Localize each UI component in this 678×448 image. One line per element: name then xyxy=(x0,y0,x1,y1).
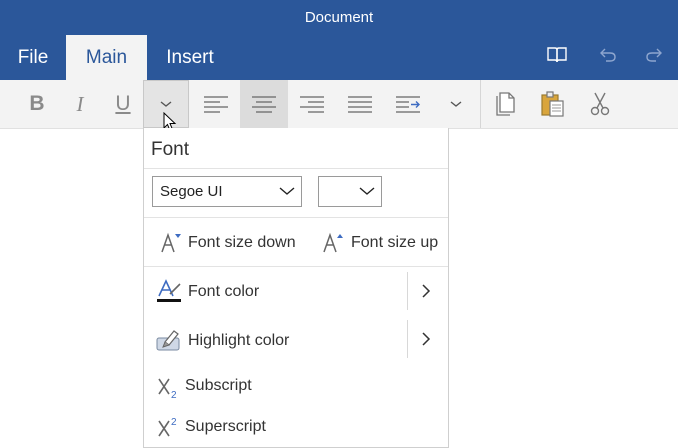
ribbon-toolbar: B I U xyxy=(0,80,678,129)
svg-text:2: 2 xyxy=(171,390,177,400)
align-center-button[interactable] xyxy=(240,80,288,128)
font-size-up-button[interactable]: Font size up xyxy=(314,222,448,264)
align-left-icon xyxy=(204,96,228,113)
font-dropdown-panel: Font Segoe UI Font size down Font size u… xyxy=(143,128,449,448)
cut-icon xyxy=(590,92,610,116)
underline-button[interactable]: U xyxy=(100,80,146,128)
redo-icon[interactable] xyxy=(644,44,666,66)
font-color-icon xyxy=(157,279,181,302)
panel-title: Font xyxy=(151,139,190,160)
align-left-button[interactable] xyxy=(193,80,239,128)
divider xyxy=(144,266,448,267)
highlight-color-expand-icon[interactable] xyxy=(421,331,431,347)
tab-insert[interactable]: Insert xyxy=(147,35,233,80)
font-family-select[interactable]: Segoe UI xyxy=(152,176,302,207)
bold-button[interactable]: B xyxy=(14,80,60,128)
justify-button[interactable] xyxy=(337,80,383,128)
font-size-down-button[interactable]: Font size down xyxy=(152,222,300,264)
font-size-select[interactable] xyxy=(318,176,382,207)
italic-icon: I xyxy=(76,91,84,116)
underline-icon: U xyxy=(115,92,131,115)
superscript-icon: 2 xyxy=(158,417,177,437)
chevron-down-icon xyxy=(279,187,295,195)
chevron-down-icon xyxy=(160,101,172,107)
bold-icon: B xyxy=(29,92,45,115)
divider xyxy=(144,168,448,169)
align-right-button[interactable] xyxy=(289,80,335,128)
superscript-button[interactable]: 2 Superscript xyxy=(144,408,448,446)
copy-button[interactable] xyxy=(482,80,528,128)
font-color-row[interactable]: Font color xyxy=(144,268,448,314)
title-bar: Document File Main Insert xyxy=(0,0,678,80)
highlighter-icon xyxy=(156,330,180,351)
italic-button[interactable]: I xyxy=(57,80,103,128)
undo-icon[interactable] xyxy=(596,44,618,66)
align-center-icon xyxy=(252,96,276,113)
ribbon-divider xyxy=(480,80,481,128)
tab-main[interactable]: Main xyxy=(66,35,147,80)
highlight-color-row[interactable]: Highlight color xyxy=(144,318,448,364)
cut-button[interactable] xyxy=(577,80,623,128)
window-title: Document xyxy=(304,9,374,26)
more-paragraph-button[interactable] xyxy=(433,80,479,128)
subscript-label: Subscript xyxy=(185,377,252,394)
font-color-label: Font color xyxy=(188,283,260,300)
font-size-down-label: Font size down xyxy=(188,234,296,251)
highlight-color-label: Highlight color xyxy=(188,332,290,349)
indent-button[interactable] xyxy=(385,80,431,128)
svg-text:2: 2 xyxy=(171,417,177,428)
font-size-down-icon xyxy=(161,232,181,253)
chevron-down-icon xyxy=(450,101,462,107)
justify-icon xyxy=(348,96,372,113)
superscript-label: Superscript xyxy=(185,418,266,435)
reading-view-icon[interactable] xyxy=(546,44,568,66)
tab-file[interactable]: File xyxy=(0,35,66,80)
subscript-icon: 2 xyxy=(158,378,177,400)
copy-icon xyxy=(496,92,515,116)
divider xyxy=(144,217,448,218)
indent-icon xyxy=(396,96,420,113)
paste-icon xyxy=(541,91,564,117)
chevron-down-icon xyxy=(359,187,375,195)
align-right-icon xyxy=(300,96,324,113)
font-family-value: Segoe UI xyxy=(160,183,223,200)
divider xyxy=(407,272,408,310)
divider xyxy=(407,320,408,358)
paste-button[interactable] xyxy=(529,80,575,128)
font-size-up-label: Font size up xyxy=(351,234,439,251)
font-size-up-icon xyxy=(323,232,343,253)
subscript-button[interactable]: 2 Subscript xyxy=(144,368,448,406)
font-color-expand-icon[interactable] xyxy=(421,283,431,299)
